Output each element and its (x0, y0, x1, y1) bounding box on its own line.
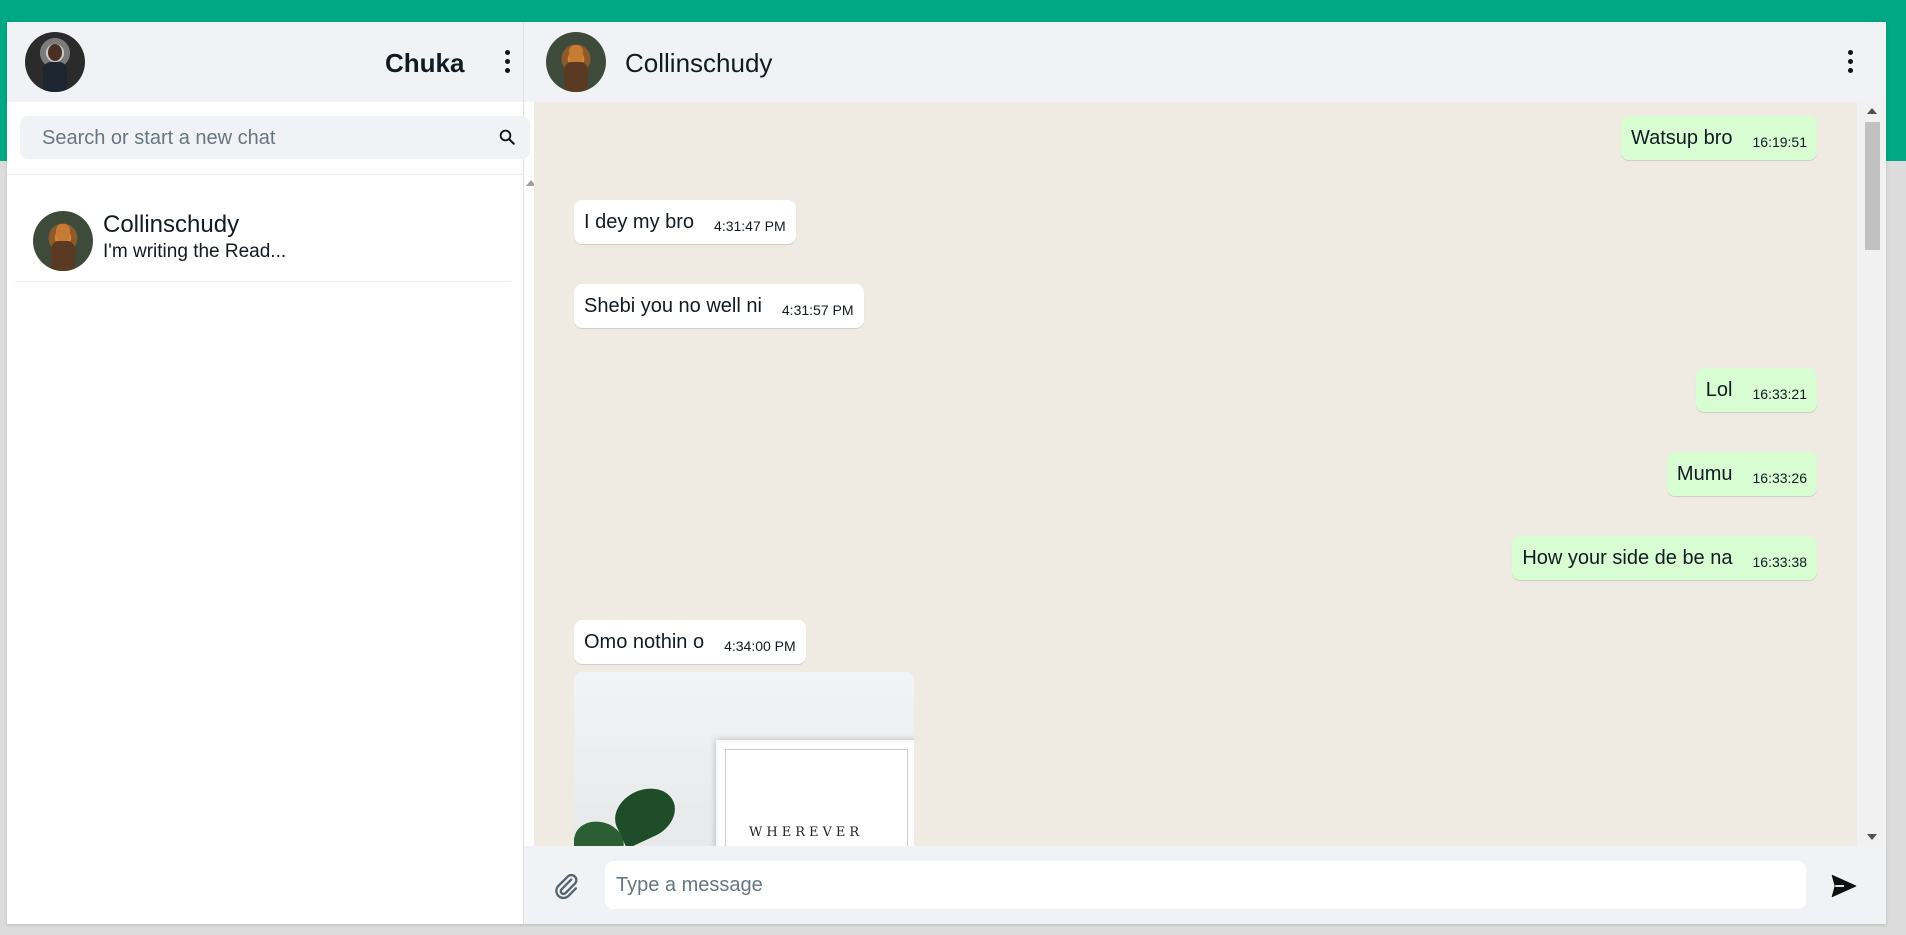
chat-list: Collinschudy I'm writing the Read... (7, 175, 523, 924)
search-box (20, 116, 530, 161)
message-bubble-outgoing: Watsup bro 16:19:51 (1620, 116, 1817, 160)
message-text: Mumu (1676, 462, 1733, 485)
user-name: Chuka (385, 48, 465, 78)
message-bubble-incoming: I dey my bro 4:31:47 PM (574, 200, 796, 244)
sidebar: Chuka Collinschudy I'm writing the Read.… (7, 22, 536, 924)
attach-icon[interactable] (552, 872, 580, 900)
messages-scrollbar[interactable] (1857, 102, 1886, 846)
chat-preview: I'm writing the Read... (103, 241, 287, 262)
message-time: 16:19:51 (1752, 134, 1808, 150)
image-content: WHEREVER (574, 672, 914, 846)
avatar-head (55, 224, 71, 243)
search-input[interactable] (40, 116, 484, 161)
message-bubble-outgoing: Mumu 16:33:26 (1666, 452, 1817, 496)
avatar-head (568, 45, 584, 64)
message-bubble-incoming: Shebi you no well ni 4:31:57 PM (574, 284, 864, 328)
picture-frame: WHEREVER (716, 740, 914, 846)
message-input[interactable] (605, 861, 1806, 909)
message-text: Omo nothin o (584, 630, 705, 653)
message-bubble-incoming: Omo nothin o 4:34:00 PM (574, 620, 806, 664)
scroll-up-icon[interactable] (1867, 108, 1877, 114)
contact-name: Collinschudy (625, 48, 773, 78)
contact-avatar[interactable] (546, 32, 606, 92)
message-time: 16:33:21 (1752, 386, 1808, 402)
scroll-down-icon[interactable] (1867, 834, 1877, 840)
send-icon[interactable] (1829, 872, 1859, 900)
search-section (7, 102, 530, 175)
avatar-face (48, 44, 62, 61)
message-text: Watsup bro (1630, 126, 1733, 149)
sidebar-menu-icon[interactable] (495, 49, 519, 73)
message-text: I dey my bro (584, 210, 695, 233)
message-time: 16:33:38 (1752, 554, 1808, 570)
message-text: Shebi you no well ni (584, 294, 762, 317)
conversation-header: Collinschudy (524, 22, 1886, 102)
avatar-suit (43, 62, 67, 92)
chat-app: Chuka Collinschudy I'm writing the Read.… (7, 22, 1886, 924)
chat-list-item[interactable]: Collinschudy I'm writing the Read... (15, 205, 511, 282)
conversation-menu-icon[interactable] (1838, 49, 1862, 73)
search-icon[interactable] (498, 128, 516, 146)
message-text: Lol (1705, 378, 1733, 401)
user-avatar[interactable] (25, 32, 85, 92)
message-time: 4:34:00 PM (724, 638, 796, 654)
frame-text: WHEREVER (749, 825, 864, 840)
avatar-body (564, 62, 588, 92)
message-bubble-outgoing: Lol 16:33:21 (1695, 368, 1817, 412)
conversation-panel: Collinschudy Watsup bro 16:19:51 I dey m… (524, 22, 1886, 924)
message-time: 4:31:47 PM (714, 218, 786, 234)
chat-name: Collinschudy (103, 211, 240, 238)
message-area: Watsup bro 16:19:51 I dey my bro 4:31:47… (534, 102, 1857, 846)
scroll-thumb[interactable] (1865, 122, 1880, 250)
message-composer (524, 846, 1886, 924)
sidebar-header: Chuka (7, 22, 523, 102)
avatar-body (51, 241, 75, 271)
message-time: 4:31:57 PM (781, 302, 854, 318)
message-bubble-outgoing: How your side de be na 16:33:38 (1512, 536, 1817, 580)
image-message[interactable]: WHEREVER (574, 672, 914, 846)
contact-avatar (33, 211, 93, 271)
message-time: 16:33:26 (1752, 470, 1808, 486)
message-text: How your side de be na (1522, 546, 1733, 569)
